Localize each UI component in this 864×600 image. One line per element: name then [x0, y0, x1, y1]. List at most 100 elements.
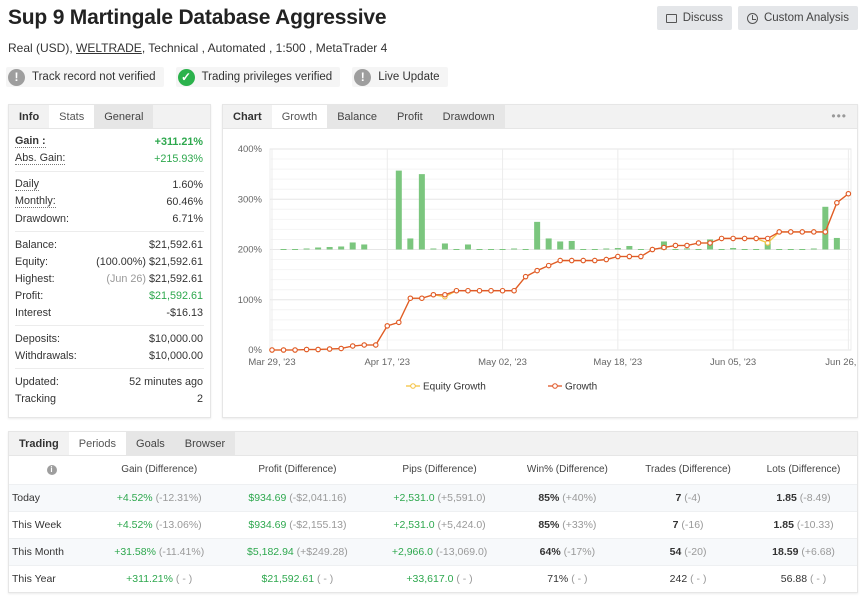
growth-point — [534, 267, 540, 274]
profit-difference: (-$2,155.13) — [289, 518, 347, 531]
gain-value: +311.21% — [126, 572, 173, 585]
growth-point — [568, 257, 575, 264]
stat-value: -$16.13 — [166, 306, 203, 319]
y-tick-label: 400% — [238, 144, 263, 155]
table-row: Today +4.52% (-12.31%) $934.69 (-$2,041.16… — [9, 483, 857, 511]
growth-point — [787, 229, 794, 235]
stat-gain: Gain : +311.21% — [9, 133, 210, 150]
gain-value: +4.52% — [116, 518, 153, 531]
growth-point — [476, 287, 483, 294]
daily-gain-bar — [776, 248, 783, 250]
divider — [15, 325, 204, 326]
stat-label: Profit: — [15, 289, 44, 302]
chat-icon — [665, 13, 677, 23]
stat-balance: Balance: $21,592.61 — [9, 236, 210, 253]
stat-label[interactable]: Gain : — [15, 135, 46, 148]
growth-line — [272, 193, 849, 351]
stat-label[interactable]: Daily — [15, 178, 39, 191]
tab-browser[interactable]: Browser — [174, 432, 236, 455]
growth-point — [638, 253, 644, 260]
win-difference: (+33%) — [562, 518, 597, 531]
verification-badges: ! Track record not verified ✓ Trading pr… — [6, 67, 448, 87]
gain-difference: (-13.06%) — [155, 518, 202, 531]
stat-label[interactable]: Monthly: — [15, 195, 56, 208]
growth-point — [718, 235, 725, 242]
stat-value: 60.46% — [166, 195, 203, 208]
tab-stats[interactable]: Stats — [49, 105, 95, 128]
tab-growth[interactable]: Growth — [271, 105, 328, 128]
growth-lines — [269, 190, 852, 353]
legend-item-equity-growth: Equity Growth — [406, 382, 486, 393]
growth-point — [488, 287, 494, 294]
stat-label[interactable]: Abs. Gain: — [15, 152, 66, 165]
cell-trades: 7 (-4) — [626, 483, 751, 511]
stat-daily: Daily 1.60% — [9, 176, 210, 193]
trades-value: 54 — [669, 545, 682, 558]
tab-info[interactable]: Info — [9, 105, 50, 128]
tab-chart[interactable]: Chart — [223, 105, 272, 128]
badge-trading-privileges[interactable]: ✓ Trading privileges verified — [175, 67, 341, 87]
stat-value: $21,592.61 — [148, 238, 203, 251]
info-icon[interactable]: i — [46, 465, 57, 476]
tab-periods[interactable]: Periods — [68, 432, 127, 455]
tab-balance[interactable]: Balance — [327, 105, 387, 128]
divider — [15, 231, 204, 232]
x-tick-label: Jun 26, '23 — [825, 357, 859, 368]
trades-value: 7 — [675, 491, 682, 504]
tab-trading[interactable]: Trading — [9, 432, 69, 455]
stat-drawdown: Drawdown: 6.71% — [9, 210, 210, 227]
badge-live-update[interactable]: ! Live Update — [352, 67, 448, 87]
badge-track-record[interactable]: ! Track record not verified — [6, 67, 164, 87]
profit-difference: ( - ) — [316, 572, 334, 585]
custom-analysis-button[interactable]: Custom Analysis — [737, 6, 858, 30]
growth-point — [349, 343, 356, 349]
growth-point — [615, 253, 621, 260]
equity-growth-line — [272, 193, 849, 351]
tab-drawdown[interactable]: Drawdown — [432, 105, 505, 128]
growth-point — [741, 235, 748, 242]
win-value: 71% — [547, 572, 569, 585]
period-label: This Year — [9, 564, 94, 592]
stat-value: $10,000.00 — [148, 349, 203, 362]
clock-icon — [746, 12, 758, 24]
tab-general[interactable]: General — [94, 105, 154, 128]
daily-gain-bar — [557, 241, 564, 250]
cell-profit: $21,592.61 ( - ) — [224, 564, 371, 592]
tab-profit[interactable]: Profit — [386, 105, 433, 128]
discuss-button[interactable]: Discuss — [656, 6, 732, 30]
growth-chart[interactable]: 0% 100% 200% 300% 400% Mar 29, '23 Apr 17, '23… — [223, 130, 859, 419]
stat-label: Equity: — [15, 255, 49, 268]
pips-difference: (-13,069.0) — [435, 545, 488, 558]
stats-tabs: Info Stats General — [9, 105, 210, 129]
daily-gain-bar — [833, 237, 840, 250]
badge-label: Track record not verified — [32, 71, 156, 83]
table-row: This Year +311.21% ( - ) $21,592.61 ( - ) +… — [9, 564, 857, 592]
cell-profit: $934.69 (-$2,041.16) — [224, 483, 371, 511]
broker-link[interactable]: WELTRADE — [76, 41, 142, 55]
legend-label: Growth — [565, 382, 597, 393]
win-difference: (-17%) — [563, 545, 596, 558]
daily-gain-bar — [614, 247, 621, 250]
daily-gain-bar — [672, 248, 679, 250]
growth-point — [661, 244, 667, 251]
period-label: Today — [9, 483, 94, 511]
growth-point — [753, 235, 759, 242]
growth-point — [695, 240, 702, 246]
more-options-icon[interactable]: ••• — [831, 109, 847, 123]
growth-point — [407, 295, 414, 301]
growth-point — [442, 291, 448, 298]
growth-point — [649, 246, 656, 253]
exclamation-icon: ! — [354, 68, 372, 86]
trades-difference: (-16) — [681, 518, 704, 531]
info-column-header: i — [9, 456, 94, 484]
stat-monthly: Monthly: 60.46% — [9, 193, 210, 210]
stat-value: +311.21% — [154, 135, 203, 148]
cell-pips: +2,531.0 (+5,424.0) — [370, 510, 509, 538]
x-tick-label: May 02, '23 — [478, 357, 527, 368]
tab-goals[interactable]: Goals — [126, 432, 175, 455]
column-header: Pips (Difference) — [402, 464, 477, 476]
pips-difference: (+5,591.0) — [437, 491, 486, 504]
lots-difference: (-8.49) — [799, 491, 831, 504]
growth-point — [545, 262, 552, 269]
daily-gain-bar — [626, 245, 633, 250]
